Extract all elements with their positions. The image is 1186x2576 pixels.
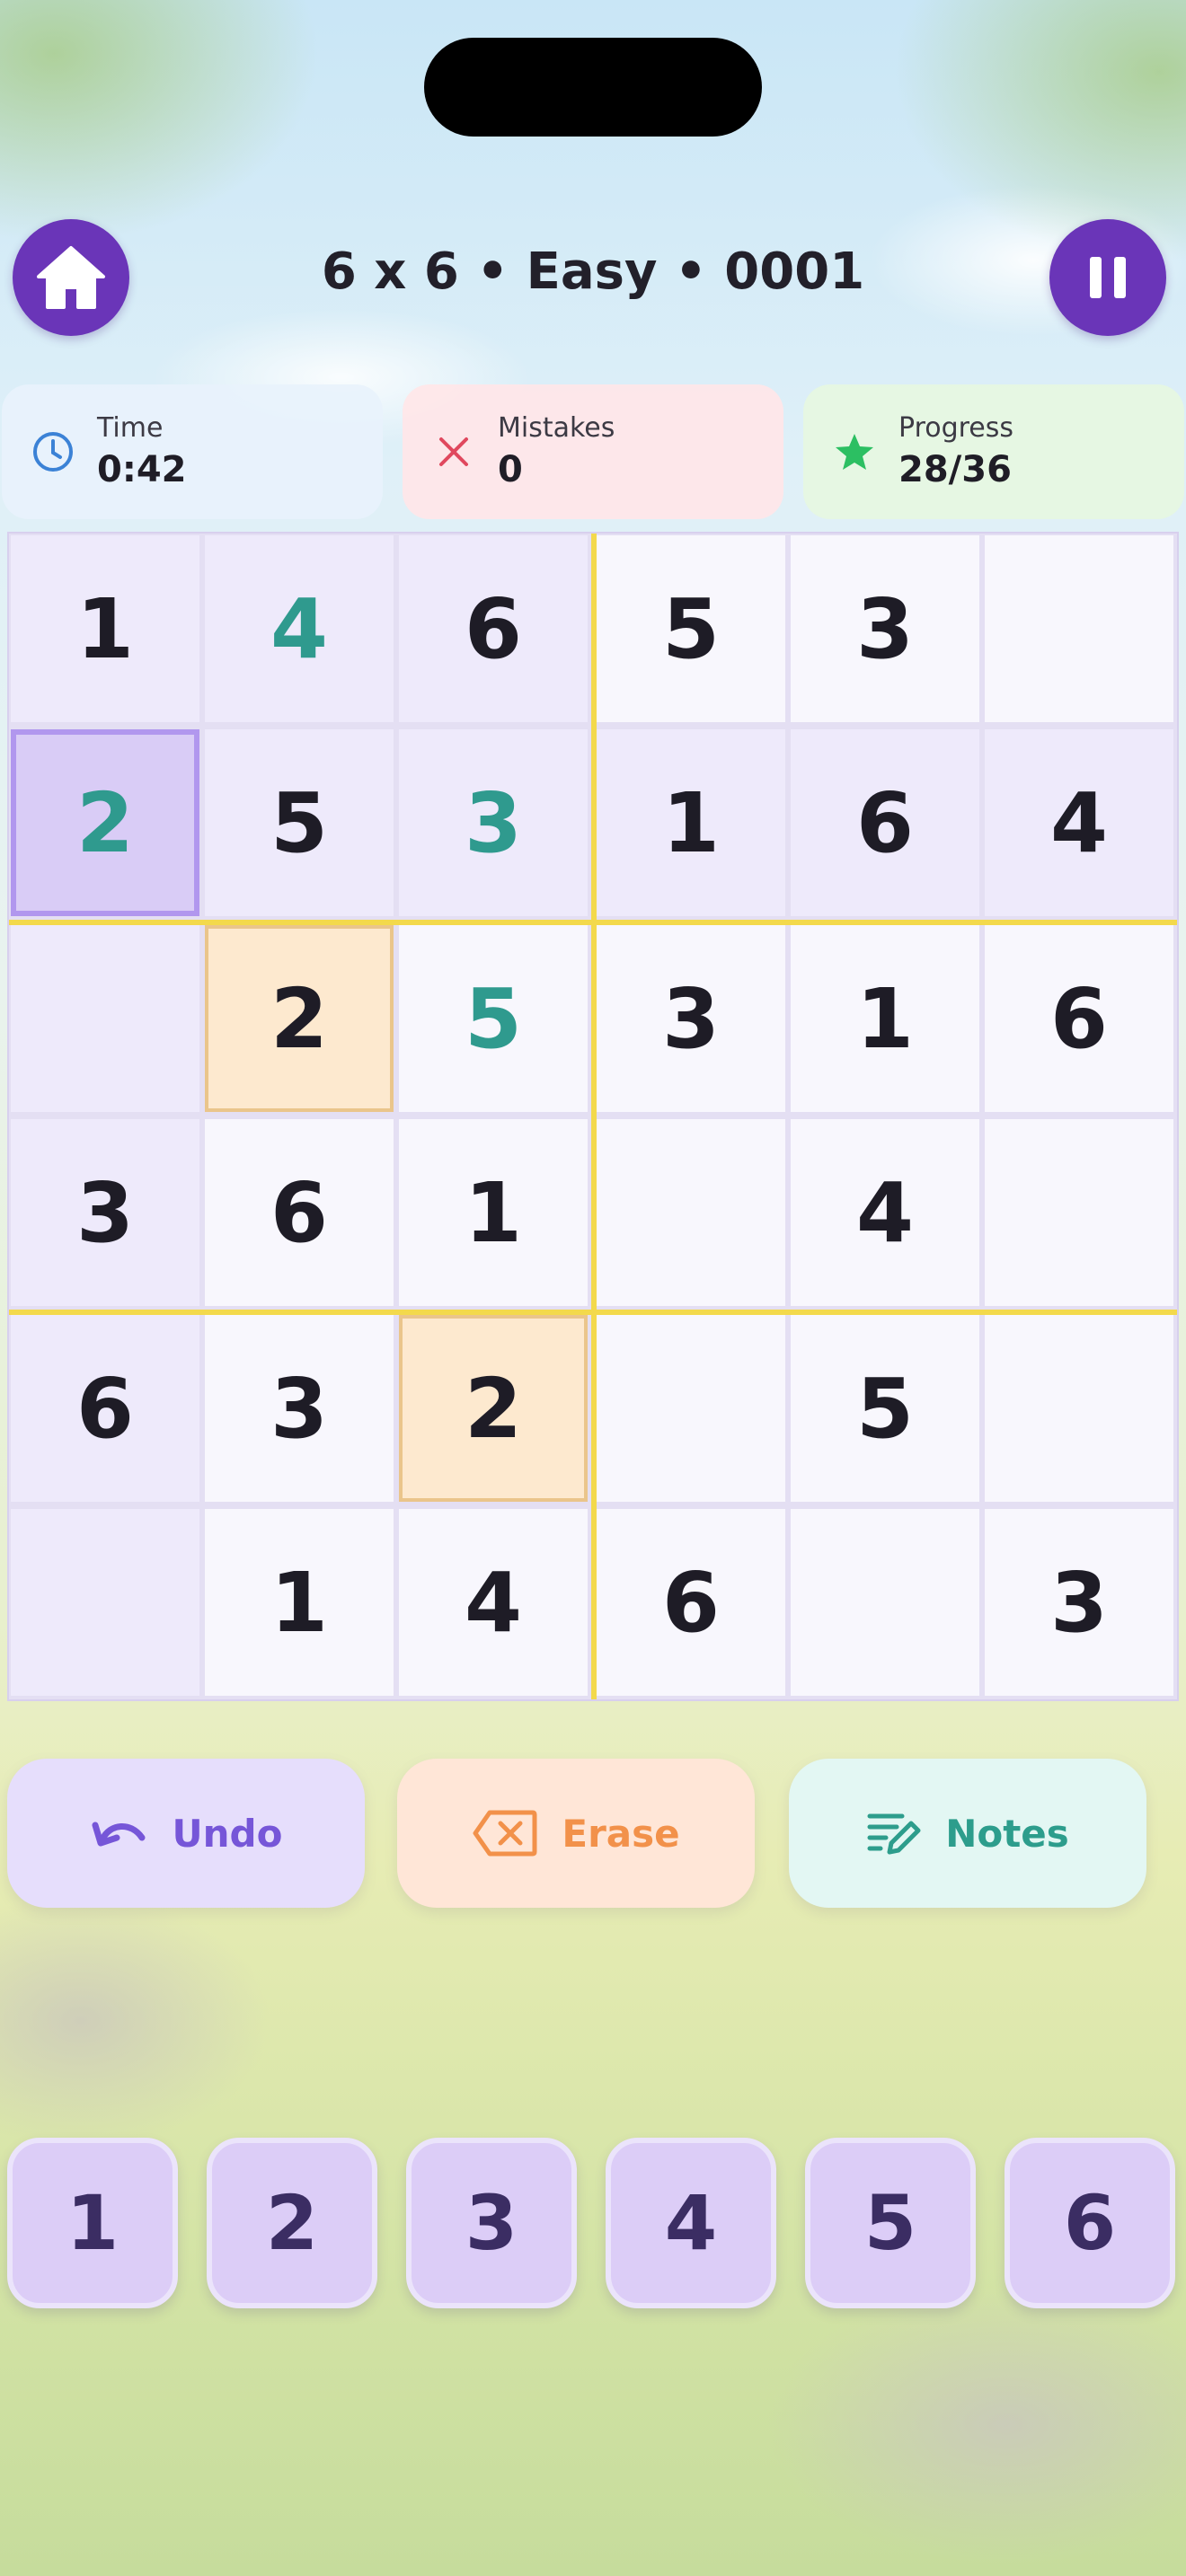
sudoku-cell-r6c2[interactable]: 1: [205, 1509, 394, 1696]
sudoku-board: 1465325316425316361463251463: [7, 532, 1179, 1701]
sudoku-cell-r4c3[interactable]: 1: [399, 1119, 588, 1306]
sudoku-cell-r3c2[interactable]: 2: [205, 925, 394, 1112]
pause-button[interactable]: [1049, 219, 1166, 336]
sudoku-cell-r6c4[interactable]: 6: [597, 1509, 785, 1696]
sudoku-cell-r3c1[interactable]: [11, 925, 199, 1112]
sudoku-cell-r5c2[interactable]: 3: [205, 1315, 394, 1502]
star-icon: [828, 426, 881, 478]
progress-card: Progress 28/36: [803, 384, 1184, 519]
undo-button[interactable]: Undo: [7, 1759, 365, 1908]
time-label: Time: [97, 412, 164, 444]
x-icon: [428, 426, 480, 478]
notes-pencil-icon: [867, 1813, 921, 1855]
progress-value: 28/36: [898, 449, 1012, 490]
mistakes-card: Mistakes 0: [403, 384, 783, 519]
clock-icon: [27, 426, 79, 478]
sudoku-cell-r4c6[interactable]: [985, 1119, 1173, 1306]
numpad-key-4[interactable]: 4: [606, 2138, 776, 2308]
sudoku-cell-r1c3[interactable]: 6: [399, 535, 588, 722]
sudoku-cell-r1c2[interactable]: 4: [205, 535, 394, 722]
undo-icon: [92, 1822, 146, 1847]
sudoku-cell-r6c5[interactable]: [791, 1509, 979, 1696]
sudoku-cell-r4c1[interactable]: 3: [11, 1119, 199, 1306]
sudoku-cell-r4c2[interactable]: 6: [205, 1119, 394, 1306]
time-card: Time 0:42: [2, 384, 383, 519]
sudoku-cell-r1c6[interactable]: [985, 535, 1173, 722]
sudoku-cell-r5c1[interactable]: 6: [11, 1315, 199, 1502]
numpad-key-1[interactable]: 1: [7, 2138, 178, 2308]
sudoku-cell-r2c5[interactable]: 6: [791, 729, 979, 916]
mistakes-label: Mistakes: [498, 412, 615, 444]
dynamic-island: [424, 38, 762, 137]
sudoku-cell-r3c5[interactable]: 1: [791, 925, 979, 1112]
erase-button[interactable]: Erase: [397, 1759, 755, 1908]
sudoku-cell-r6c1[interactable]: [11, 1509, 199, 1696]
notes-label: Notes: [945, 1811, 1069, 1856]
mistakes-value: 0: [498, 449, 523, 490]
sudoku-cell-r4c5[interactable]: 4: [791, 1119, 979, 1306]
sudoku-cell-r1c4[interactable]: 5: [597, 535, 785, 722]
box-divider-vertical: [591, 534, 597, 1699]
sudoku-cell-r5c3[interactable]: 2: [399, 1315, 588, 1502]
sudoku-cell-r2c2[interactable]: 5: [205, 729, 394, 916]
erase-label: Erase: [562, 1811, 680, 1856]
progress-label: Progress: [898, 412, 1014, 444]
numpad-key-2[interactable]: 2: [207, 2138, 377, 2308]
sudoku-cell-r3c3[interactable]: 5: [399, 925, 588, 1112]
time-value: 0:42: [97, 449, 187, 490]
sudoku-cell-r3c6[interactable]: 6: [985, 925, 1173, 1112]
sudoku-cell-r1c5[interactable]: 3: [791, 535, 979, 722]
box-divider-horizontal-2: [9, 1310, 1177, 1315]
sudoku-cell-r5c6[interactable]: [985, 1315, 1173, 1502]
home-button[interactable]: [13, 219, 129, 336]
sudoku-cell-r5c4[interactable]: [597, 1315, 785, 1502]
numpad-key-5[interactable]: 5: [805, 2138, 976, 2308]
numpad-key-3[interactable]: 3: [406, 2138, 577, 2308]
sudoku-cell-r2c6[interactable]: 4: [985, 729, 1173, 916]
sudoku-cell-r6c3[interactable]: 4: [399, 1509, 588, 1696]
sudoku-cell-r4c4[interactable]: [597, 1119, 785, 1306]
notes-button[interactable]: Notes: [789, 1759, 1146, 1908]
sudoku-cell-r1c1[interactable]: 1: [11, 535, 199, 722]
erase-icon: [473, 1810, 537, 1857]
sudoku-cell-r2c3[interactable]: 3: [399, 729, 588, 916]
puzzle-title: 6 x 6 • Easy • 0001: [321, 243, 865, 301]
home-icon: [37, 246, 105, 309]
sudoku-cell-r2c4[interactable]: 1: [597, 729, 785, 916]
sudoku-cell-r3c4[interactable]: 3: [597, 925, 785, 1112]
sudoku-cell-r2c1[interactable]: 2: [11, 729, 199, 916]
sudoku-cell-r5c5[interactable]: 5: [791, 1315, 979, 1502]
undo-label: Undo: [172, 1811, 283, 1856]
numpad-key-6[interactable]: 6: [1005, 2138, 1175, 2308]
sudoku-cell-r6c6[interactable]: 3: [985, 1509, 1173, 1696]
box-divider-horizontal-1: [9, 920, 1177, 925]
pause-icon: [1090, 257, 1126, 298]
